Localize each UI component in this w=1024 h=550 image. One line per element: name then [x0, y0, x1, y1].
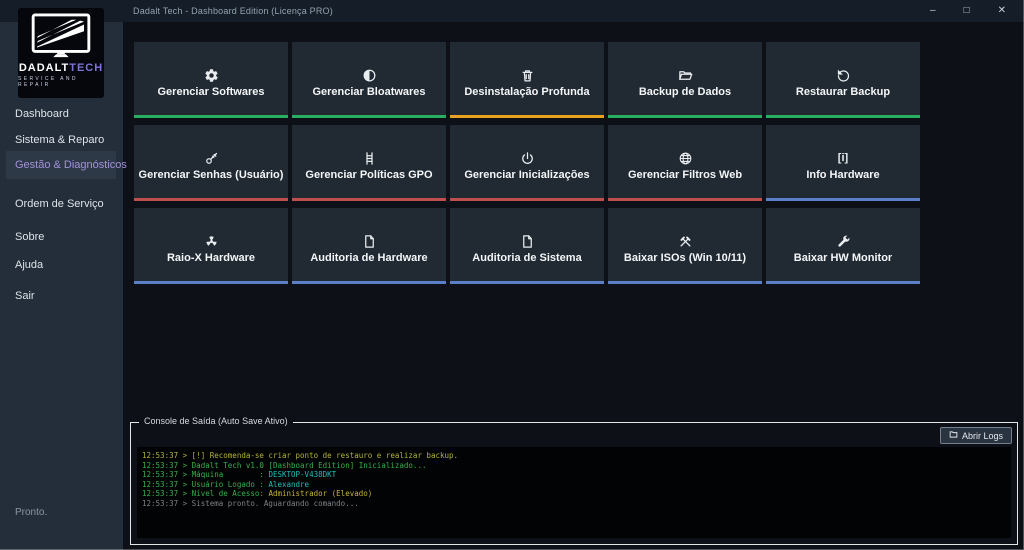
action-button-gerenciar-softwares[interactable]: Gerenciar Softwares [134, 42, 288, 118]
sidebar: DADALTTECH SERVICE AND REPAIR DashboardS… [0, 22, 123, 550]
logo-name: DADALTTECH [19, 63, 103, 74]
console-line: 12:53:37 > Dadalt Tech v1.0 [Dashboard E… [142, 461, 1006, 471]
console-line: 12:53:37 > Sistema pronto. Aguardando co… [142, 499, 1006, 509]
action-button-label: Auditoria de Sistema [472, 252, 581, 264]
maximize-button[interactable]: □ [964, 0, 970, 22]
document-icon [362, 234, 377, 249]
document-icon [520, 234, 535, 249]
window-title: Dadalt Tech - Dashboard Edition (Licença… [133, 6, 333, 16]
action-button-baixar-isos[interactable]: Baixar ISOs (Win 10/11) [608, 208, 762, 284]
startup-icon [520, 151, 535, 166]
info-bracket-icon: [i] [838, 151, 848, 166]
open-logs-label: Abrir Logs [962, 431, 1003, 441]
key-icon [204, 151, 219, 166]
console-line: 12:53:37 > Máquina : DESKTOP-V438DKT [142, 470, 1006, 480]
logo-tagline: SERVICE AND REPAIR [18, 76, 104, 88]
action-button-info-hardware[interactable]: [i] Info Hardware [766, 125, 920, 201]
action-button-label: Info Hardware [806, 169, 879, 181]
console-line: 12:53:37 > Nível de Acesso: Administrado… [142, 489, 1006, 499]
action-button-label: Baixar HW Monitor [794, 252, 892, 264]
trash-icon [520, 68, 535, 83]
console-label: Console de Saída (Auto Save Ativo) [139, 416, 293, 426]
action-button-auditoria-de-sistema[interactable]: Auditoria de Sistema [450, 208, 604, 284]
status-text: Pronto. [15, 507, 47, 518]
action-button-gerenciar-senhas[interactable]: Gerenciar Senhas (Usuário) [134, 125, 288, 201]
action-button-gerenciar-politicas-gpo[interactable]: Gerenciar Políticas GPO [292, 125, 446, 201]
action-button-gerenciar-inicializacoes[interactable]: Gerenciar Inicializações [450, 125, 604, 201]
action-button-label: Desinstalação Profunda [464, 86, 589, 98]
sidebar-item-ajuda[interactable]: Ajuda [0, 253, 115, 277]
action-button-gerenciar-bloatwares[interactable]: Gerenciar Bloatwares [292, 42, 446, 118]
sidebar-item-sistema-reparo[interactable]: Sistema & Reparo [0, 128, 115, 152]
action-button-label: Auditoria de Hardware [310, 252, 427, 264]
close-button[interactable]: ✕ [998, 0, 1006, 22]
action-button-label: Gerenciar Políticas GPO [305, 169, 432, 181]
restore-icon [836, 68, 851, 83]
folder-icon [949, 430, 958, 441]
action-button-label: Gerenciar Inicializações [464, 169, 589, 181]
app-logo: DADALTTECH SERVICE AND REPAIR [18, 8, 104, 98]
action-button-label: Restaurar Backup [796, 86, 890, 98]
console-groupbox: Console de Saída (Auto Save Ativo) Abrir… [130, 422, 1018, 545]
policy-icon [362, 151, 377, 166]
action-button-gerenciar-filtros-web[interactable]: Gerenciar Filtros Web [608, 125, 762, 201]
folder-open-icon [678, 68, 693, 83]
wrench-icon [836, 234, 851, 249]
action-button-label: Gerenciar Filtros Web [628, 169, 742, 181]
action-grid: Gerenciar Softwares Gerenciar Bloatwares D… [134, 42, 920, 284]
open-logs-button[interactable]: Abrir Logs [940, 427, 1012, 444]
console-line: 12:53:37 > Usuário Logado : Alexandre [142, 480, 1006, 490]
action-button-label: Backup de Dados [639, 86, 731, 98]
monitor-logo-icon [29, 13, 93, 61]
action-button-baixar-hw-monitor[interactable]: Baixar HW Monitor [766, 208, 920, 284]
sidebar-item-ordem-servico[interactable]: Ordem de Serviço [0, 192, 115, 216]
tools-icon [678, 234, 693, 249]
action-button-label: Gerenciar Bloatwares [312, 86, 425, 98]
gear-icon [204, 68, 219, 83]
action-button-label: Gerenciar Softwares [158, 86, 265, 98]
sidebar-item-dashboard[interactable]: Dashboard [0, 102, 115, 126]
action-button-label: Baixar ISOs (Win 10/11) [624, 252, 746, 264]
action-button-auditoria-de-hardware[interactable]: Auditoria de Hardware [292, 208, 446, 284]
minimize-button[interactable]: – [930, 0, 936, 22]
sidebar-item-gestao-diagnosticos[interactable]: Gestão & Diagnósticos [6, 151, 116, 179]
globe-icon [678, 151, 693, 166]
console-line: 12:53:37 > [!] Recomenda-se criar ponto … [142, 451, 1006, 461]
half-circle-icon [362, 68, 377, 83]
console-output: 12:53:37 > [!] Recomenda-se criar ponto … [137, 447, 1011, 538]
sidebar-item-sair[interactable]: Sair [0, 284, 115, 308]
titlebar: Dadalt Tech - Dashboard Edition (Licença… [0, 0, 1024, 22]
action-button-desinstalacao-profunda[interactable]: Desinstalação Profunda [450, 42, 604, 118]
action-button-restaurar-backup[interactable]: Restaurar Backup [766, 42, 920, 118]
window-controls: – □ ✕ [930, 0, 1024, 22]
action-button-raio-x-hardware[interactable]: Raio-X Hardware [134, 208, 288, 284]
action-button-label: Gerenciar Senhas (Usuário) [139, 169, 284, 181]
action-button-backup-de-dados[interactable]: Backup de Dados [608, 42, 762, 118]
sidebar-item-sobre[interactable]: Sobre [0, 225, 115, 249]
action-button-label: Raio-X Hardware [167, 252, 255, 264]
radiation-icon [204, 234, 219, 249]
